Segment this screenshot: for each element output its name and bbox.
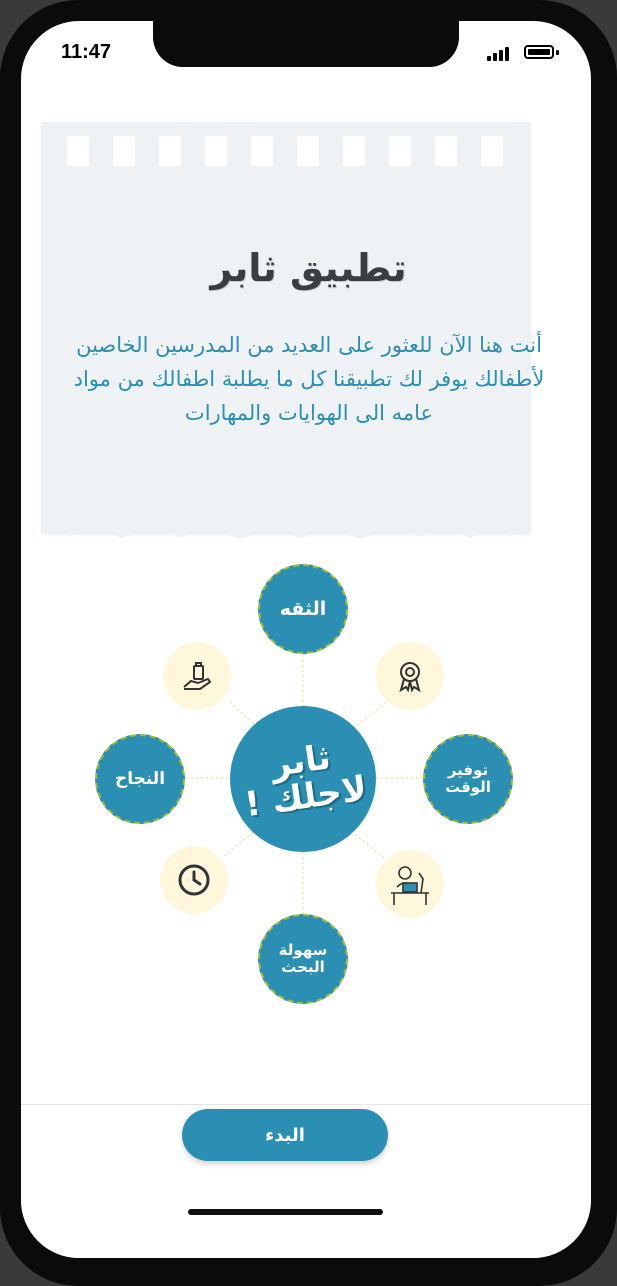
phone-frame: 11:47 تطبيق ثابر أنت هنا الآن للعثور على… xyxy=(0,0,617,1286)
node-save-time: توفير الوقت xyxy=(423,734,513,824)
desk-worker-icon xyxy=(391,866,429,905)
node-easy-search: سهولة البحث xyxy=(258,914,348,1004)
node-trust: الثقه xyxy=(258,564,348,654)
center-badge: ثابر لاجلك ! xyxy=(230,706,376,852)
award-ribbon-icon xyxy=(399,662,421,693)
center-badge-text: ثابر لاجلك ! xyxy=(241,737,370,826)
node-success: النجاح xyxy=(95,734,185,824)
clock-node xyxy=(160,846,228,914)
node-easy-search-label: سهولة البحث xyxy=(278,941,328,976)
hand-bag-node xyxy=(163,642,231,710)
hand-bag-icon xyxy=(183,662,212,690)
clock-icon xyxy=(178,864,210,896)
node-trust-label: الثقه xyxy=(279,598,327,620)
node-success-label: النجاح xyxy=(114,769,166,789)
award-node xyxy=(376,642,444,710)
desk-worker-node xyxy=(376,850,444,918)
start-button[interactable]: البدء xyxy=(182,1109,388,1161)
home-indicator xyxy=(188,1209,383,1215)
node-save-time-label: توفير الوقت xyxy=(445,761,491,796)
